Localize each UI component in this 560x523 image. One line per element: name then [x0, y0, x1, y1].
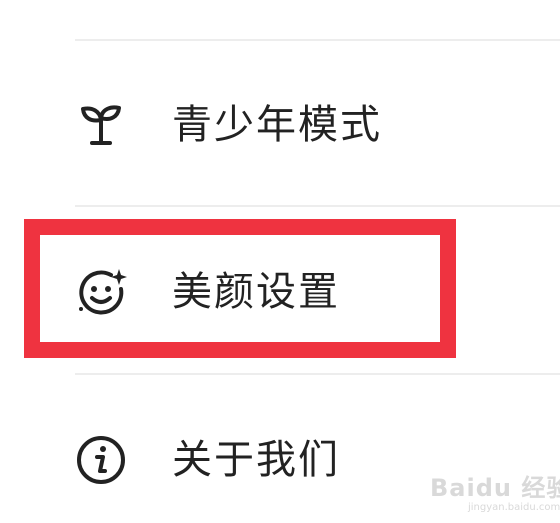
baidu-watermark: Baidu 经验 jingyan.baidu.com [430, 462, 560, 518]
menu-item-label: 青少年模式 [172, 102, 382, 148]
top-divider [75, 39, 560, 41]
watermark-brand: Baidu 经验 [430, 474, 560, 502]
sprout-icon [81, 105, 121, 145]
watermark-url: jingyan.baidu.com [468, 502, 560, 513]
info-circle-icon [77, 436, 125, 484]
menu-item-label: 关于我们 [172, 437, 340, 483]
divider [75, 205, 560, 207]
menu-item-teen-mode[interactable]: 青少年模式 [0, 80, 560, 170]
divider [75, 373, 560, 375]
highlight-box [24, 219, 456, 358]
